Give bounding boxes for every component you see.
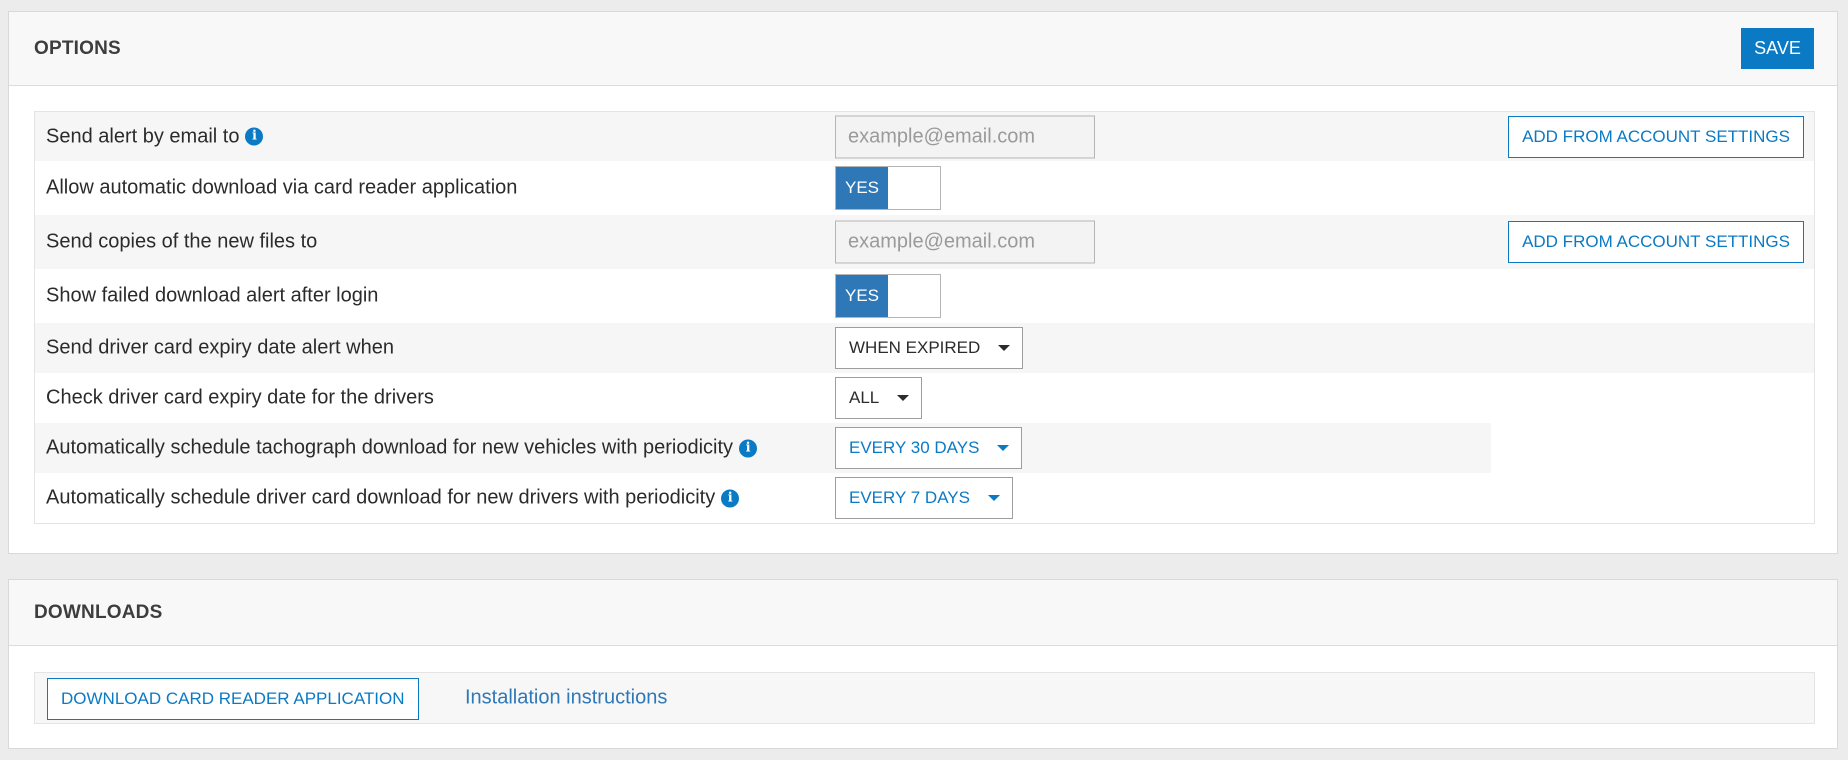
auto-download-toggle[interactable]: YES bbox=[835, 166, 941, 210]
caret-down-icon bbox=[997, 445, 1010, 451]
toggle-on-label: YES bbox=[836, 167, 888, 209]
caret-down-icon bbox=[987, 495, 1000, 501]
option-row-tacho-schedule: Automatically schedule tachograph downlo… bbox=[35, 423, 1814, 473]
add-from-account-settings-button[interactable]: ADD FROM ACCOUNT SETTINGS bbox=[1508, 115, 1804, 158]
options-header: OPTIONS SAVE bbox=[9, 12, 1837, 86]
option-row-email-alert: Send alert by email to i ADD FROM ACCOUN… bbox=[35, 112, 1814, 161]
option-row-expiry-alert: Send driver card expiry date alert when … bbox=[35, 323, 1814, 373]
option-label: Send driver card expiry date alert when bbox=[46, 337, 394, 360]
info-icon[interactable]: i bbox=[739, 439, 758, 457]
option-label-text: Automatically schedule tachograph downlo… bbox=[46, 436, 734, 459]
option-control: YES bbox=[835, 274, 941, 318]
dropdown-value: ALL bbox=[849, 388, 880, 407]
option-label-text: Send alert by email to bbox=[46, 125, 240, 147]
option-control bbox=[835, 115, 1095, 158]
dropdown-value: EVERY 30 DAYS bbox=[849, 438, 980, 457]
option-row-card-schedule: Automatically schedule driver card downl… bbox=[35, 473, 1814, 523]
toggle-off-area bbox=[888, 167, 940, 209]
failed-alert-toggle[interactable]: YES bbox=[835, 274, 941, 318]
toggle-off-area bbox=[888, 275, 940, 317]
downloads-title: DOWNLOADS bbox=[34, 601, 163, 623]
installation-instructions-link[interactable]: Installation instructions bbox=[465, 687, 667, 710]
alert-email-input[interactable] bbox=[835, 115, 1095, 158]
expiry-drivers-dropdown[interactable]: ALL bbox=[835, 377, 923, 419]
option-label-text: Check driver card expiry date for the dr… bbox=[46, 386, 434, 409]
option-control: EVERY 7 DAYS bbox=[835, 477, 1013, 519]
option-row-expiry-drivers: Check driver card expiry date for the dr… bbox=[35, 373, 1814, 423]
save-button[interactable]: SAVE bbox=[1741, 28, 1814, 69]
option-label: Check driver card expiry date for the dr… bbox=[46, 387, 434, 410]
tacho-periodicity-dropdown[interactable]: EVERY 30 DAYS bbox=[835, 427, 1023, 469]
option-control bbox=[835, 220, 1095, 264]
option-label: Show failed download alert after login bbox=[46, 285, 378, 308]
dropdown-value: WHEN EXPIRED bbox=[849, 338, 981, 357]
option-row-copy-files: Send copies of the new files to ADD FROM… bbox=[35, 215, 1814, 269]
option-label: Send alert by email to i bbox=[46, 125, 264, 148]
option-row-failed-alert: Show failed download alert after login Y… bbox=[35, 269, 1814, 323]
option-label: Automatically schedule tachograph downlo… bbox=[46, 436, 758, 460]
downloads-panel: DOWNLOADS DOWNLOAD CARD READER APPLICATI… bbox=[8, 579, 1838, 749]
option-label-text: Show failed download alert after login bbox=[46, 284, 379, 307]
downloads-header: DOWNLOADS bbox=[9, 580, 1837, 646]
options-title: OPTIONS bbox=[34, 37, 121, 59]
download-card-reader-button[interactable]: DOWNLOAD CARD READER APPLICATION bbox=[47, 678, 419, 720]
caret-down-icon bbox=[897, 395, 910, 401]
toggle-on-label: YES bbox=[836, 275, 888, 317]
option-row-auto-download: Allow automatic download via card reader… bbox=[35, 161, 1814, 215]
info-icon[interactable]: i bbox=[245, 127, 264, 146]
option-label-text: Send copies of the new files to bbox=[46, 230, 318, 253]
option-label: Automatically schedule driver card downl… bbox=[46, 486, 740, 510]
option-control: ALL bbox=[835, 377, 923, 419]
options-panel: OPTIONS SAVE Send alert by email to i AD… bbox=[8, 11, 1838, 554]
add-from-account-settings-button[interactable]: ADD FROM ACCOUNT SETTINGS bbox=[1508, 221, 1804, 263]
option-label: Send copies of the new files to bbox=[46, 231, 317, 254]
option-control: WHEN EXPIRED bbox=[835, 327, 1024, 369]
option-label-text: Send driver card expiry date alert when bbox=[46, 336, 394, 359]
options-table: Send alert by email to i ADD FROM ACCOUN… bbox=[34, 111, 1815, 524]
option-control: YES bbox=[835, 166, 941, 210]
option-label: Allow automatic download via card reader… bbox=[46, 177, 517, 200]
option-control: EVERY 30 DAYS bbox=[835, 427, 1023, 469]
info-icon[interactable]: i bbox=[721, 489, 740, 507]
option-label-text: Allow automatic download via card reader… bbox=[46, 176, 518, 199]
card-periodicity-dropdown[interactable]: EVERY 7 DAYS bbox=[835, 477, 1013, 519]
option-label-text: Automatically schedule driver card downl… bbox=[46, 486, 716, 509]
expiry-alert-dropdown[interactable]: WHEN EXPIRED bbox=[835, 327, 1024, 369]
dropdown-value: EVERY 7 DAYS bbox=[849, 488, 970, 507]
caret-down-icon bbox=[998, 345, 1011, 351]
downloads-bar: DOWNLOAD CARD READER APPLICATION Install… bbox=[34, 672, 1815, 724]
copies-email-input[interactable] bbox=[835, 220, 1095, 264]
